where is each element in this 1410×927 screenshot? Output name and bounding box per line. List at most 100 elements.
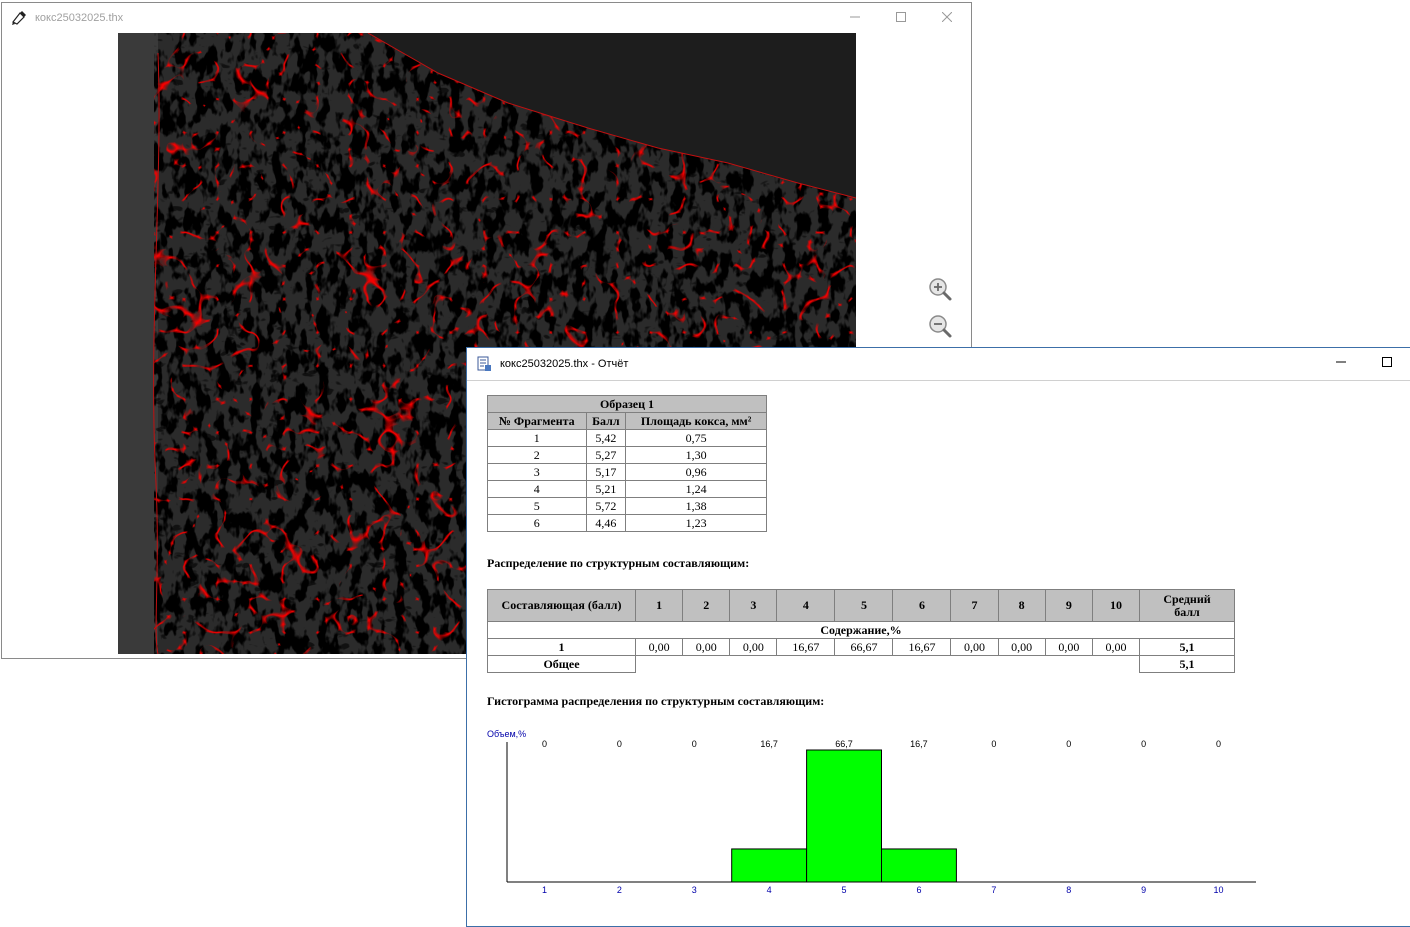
histogram-value-label: 16,7 [760,739,778,749]
histogram-bar-5 [806,749,883,883]
fragment-score: 4,46 [585,514,627,532]
score-column-header: 3 [729,589,778,622]
total-average: 5,1 [1139,655,1235,673]
content-value: 0,00 [1091,638,1141,656]
content-value: 0,00 [950,638,999,656]
report-window: кокс25032025.thx - Отчёт Образец 1 № Фра… [466,347,1410,927]
content-value: 0,00 [729,638,778,656]
viewer-maximize-button[interactable] [878,3,924,31]
distribution-header-row: Составляющая (балл) 1 2 3 4 5 6 7 8 9 10 Средний ба… [487,589,1235,622]
close-icon [942,12,952,22]
fragment-score: 5,17 [585,463,627,481]
zoom-out-icon [929,315,952,338]
total-spacer [634,655,1141,673]
histogram-x-tick-label: 5 [842,885,847,895]
histogram-x-tick-label: 1 [542,885,547,895]
total-label: Общее [487,655,636,673]
fragment-area: 0,75 [625,429,767,447]
maximize-icon [896,12,906,22]
report-minimize-button[interactable] [1318,348,1364,376]
score-column-header: 1 [634,589,684,622]
score-column-header: 8 [997,589,1046,622]
histogram-value-label: 66,7 [835,739,853,749]
histogram-value-label: 16,7 [910,739,928,749]
histogram-value-label: 0 [1216,739,1221,749]
histogram-x-tick-label: 3 [692,885,697,895]
viewer-minimize-button[interactable] [832,3,878,31]
average-score-header: Средний балл [1139,589,1235,622]
score-column-header: 2 [682,589,731,622]
viewer-titlebar[interactable]: кокс25032025.thx [2,3,971,33]
average-header-line1: Средний [1163,591,1211,606]
histogram-x-tick-label: 6 [916,885,921,895]
fragment-score: 5,72 [585,497,627,515]
score-column-header: 10 [1091,589,1141,622]
histogram-x-tick-label: 2 [617,885,622,895]
content-value: 16,67 [892,638,952,656]
histogram-x-tick-label: 9 [1141,885,1146,895]
report-document-icon [477,356,491,371]
row-label: 1 [487,638,636,656]
viewer-close-button[interactable] [924,3,970,31]
fragment-number: 3 [487,463,587,481]
report-title: кокс25032025.thx - Отчёт [500,358,629,370]
fragment-number: 4 [487,480,587,498]
histogram-x-tick-label: 4 [767,885,772,895]
report-maximize-button[interactable] [1364,348,1410,376]
histogram-x-labels: 1 2 3 4 5 6 7 8 9 10 [542,885,1224,895]
zoom-in-button[interactable] [922,271,958,307]
row-average: 5,1 [1139,638,1235,656]
fragment-area: 1,30 [625,446,767,464]
content-value: 0,00 [1044,638,1093,656]
histogram-value-label: 0 [991,739,996,749]
histogram-x-tick-label: 7 [991,885,996,895]
fragment-number: 6 [487,514,587,532]
fragment-number: 5 [487,497,587,515]
app-icon [12,11,26,25]
area-header: Площадь кокса, мм² [625,412,767,430]
sample-row: 2 5,27 1,30 [487,446,767,464]
fragment-area: 1,38 [625,497,767,515]
histogram-value-label: 0 [617,739,622,749]
sample-caption: Образец 1 [487,395,767,413]
fragment-header: № Фрагмента [487,412,587,430]
content-label: Содержание,% [487,621,1235,639]
sample-row: 4 5,21 1,24 [487,480,767,498]
average-header-line2: балл [1174,604,1200,619]
minimize-icon [1336,361,1346,363]
sample-table: Образец 1 № Фрагмента Балл Площадь кокса… [487,395,767,532]
histogram-heading: Гистограмма распределения по структурным… [487,694,825,708]
content-value: 16,67 [776,638,836,656]
histogram-x-tick-label: 8 [1066,885,1071,895]
fragment-area: 1,24 [625,480,767,498]
histogram-x-tick-label: 10 [1214,885,1224,895]
histogram-value-labels: 0 0 0 16,7 66,7 16,7 0 0 0 0 [542,739,1221,749]
fragment-area: 0,96 [625,463,767,481]
histogram-value-label: 0 [692,739,697,749]
histogram-bar-6 [881,848,957,883]
fragment-area: 1,23 [625,514,767,532]
histogram-chart: Объем,% 0 0 0 16,7 66,7 16,7 0 0 0 0 1 2 3 4 5 6 7 8 9 10 [487,729,1256,895]
content-value: 0,00 [634,638,684,656]
zoom-in-icon [929,278,952,301]
fragment-number: 1 [487,429,587,447]
distribution-heading: Распределение по структурным составляющи… [487,556,750,570]
report-titlebar[interactable]: кокс25032025.thx - Отчёт [467,348,1410,381]
fragment-score: 5,42 [585,429,627,447]
zoom-out-button[interactable] [922,308,958,344]
histogram-value-label: 0 [542,739,547,749]
component-header: Составляющая (балл) [487,589,636,622]
score-column-header: 6 [892,589,952,622]
sample-row: 6 4,46 1,23 [487,514,767,532]
fragment-score: 5,27 [585,446,627,464]
score-column-header: 4 [776,589,836,622]
minimize-icon [850,16,860,18]
content-value: 0,00 [682,638,731,656]
histogram-value-label: 0 [1066,739,1071,749]
histogram-y-label: Объем,% [487,729,526,739]
content-value: 0,00 [997,638,1046,656]
distribution-table: Составляющая (балл) 1 2 3 4 5 6 7 8 9 10 Средний ба… [487,589,1235,673]
fragment-score: 5,21 [585,480,627,498]
score-column-header: 9 [1044,589,1093,622]
histogram-value-label: 0 [1141,739,1146,749]
